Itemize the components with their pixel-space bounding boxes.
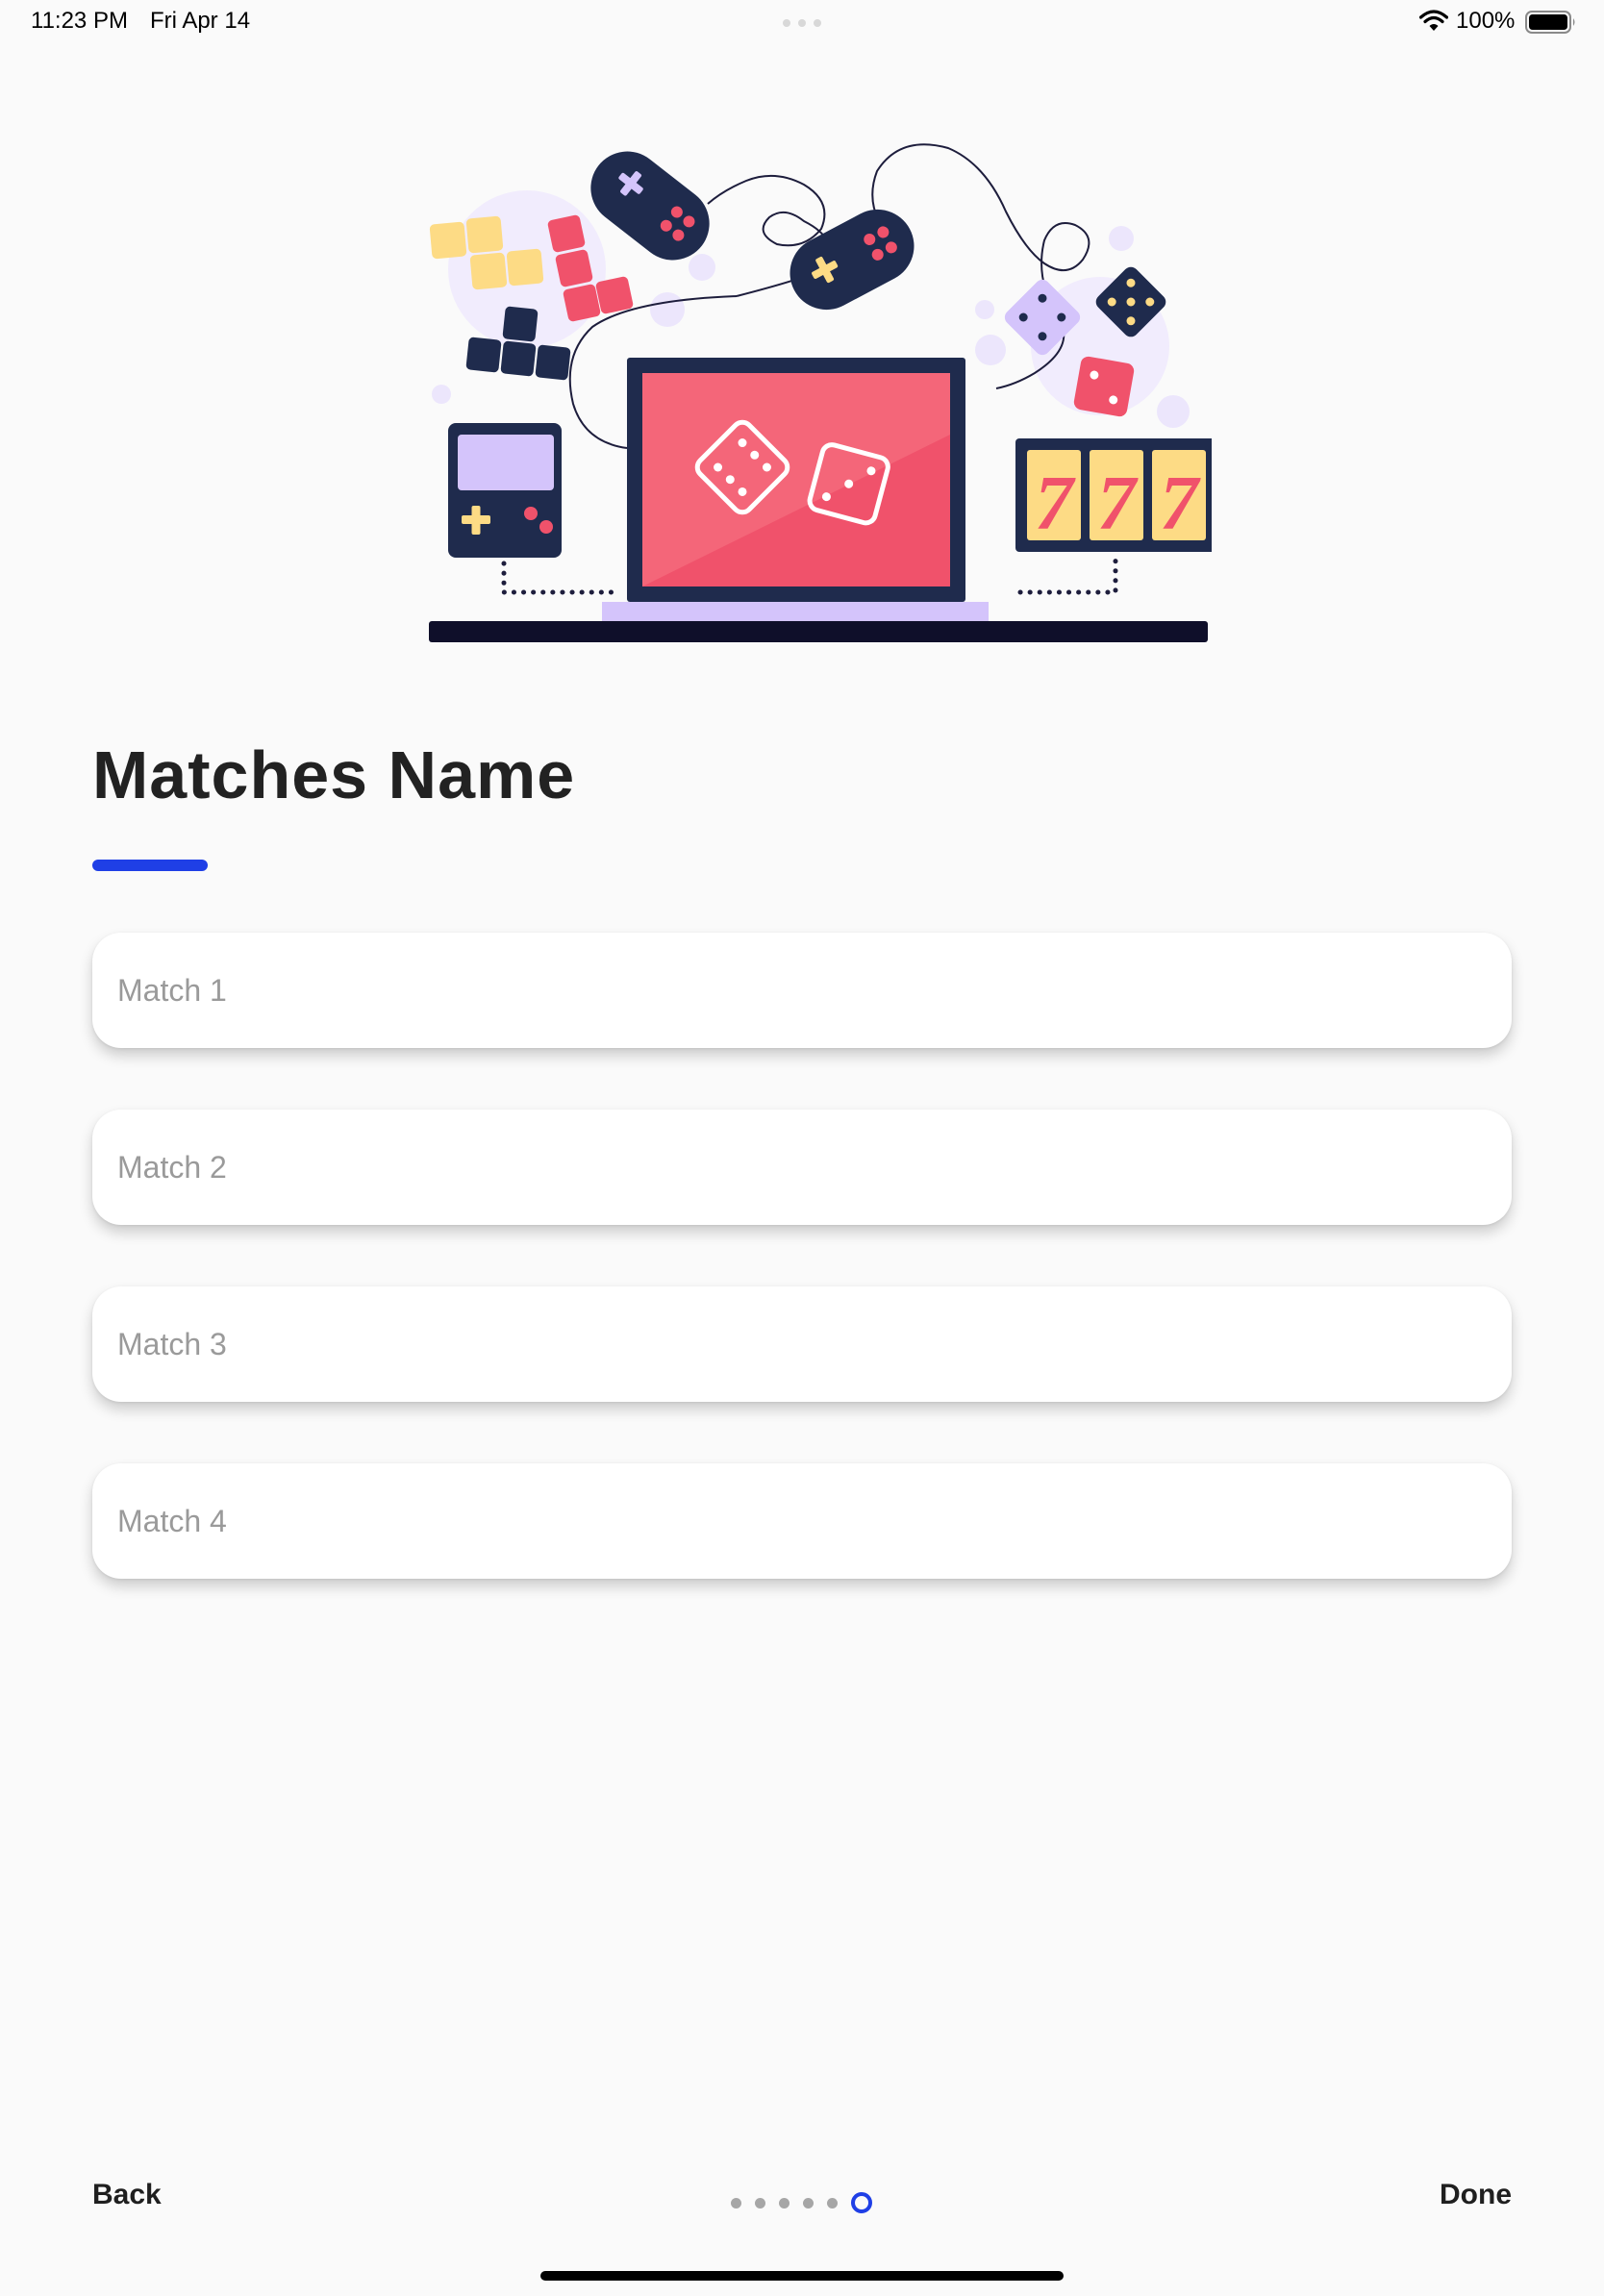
bg-bubble — [1109, 226, 1134, 251]
bg-bubble — [975, 300, 994, 319]
page-dot-2[interactable] — [755, 2197, 765, 2209]
page-dot-6-active[interactable] — [851, 2192, 872, 2213]
back-button[interactable]: Back — [92, 2179, 162, 2211]
bg-bubble — [432, 385, 451, 404]
gaming-illustration: 7 7 7 — [429, 143, 1212, 642]
battery-icon — [1525, 11, 1575, 34]
handheld-console-icon — [448, 423, 562, 558]
done-button[interactable]: Done — [1440, 2179, 1512, 2211]
match-4-input[interactable] — [92, 1463, 1512, 1579]
slot-digit: 7 — [1160, 462, 1201, 546]
slot-machine-icon: 7 7 7 — [1015, 438, 1212, 552]
desk — [429, 621, 1208, 642]
page-dot-3[interactable] — [779, 2197, 789, 2209]
battery-percentage: 100% — [1456, 8, 1516, 34]
title-underline — [92, 860, 208, 871]
page-dot-1[interactable] — [731, 2197, 741, 2209]
monitor-icon — [602, 358, 989, 621]
page-dot-4[interactable] — [803, 2197, 814, 2209]
match-3-input[interactable] — [92, 1286, 1512, 1402]
slot-digit: 7 — [1097, 462, 1139, 546]
slot-digit: 7 — [1035, 462, 1076, 546]
status-time: 11:23 PM — [31, 8, 128, 34]
bg-bubble — [650, 292, 685, 327]
home-indicator[interactable] — [540, 2271, 1064, 2281]
bg-bubble — [975, 335, 1006, 365]
status-date: Fri Apr 14 — [150, 8, 251, 34]
status-bar: 11:23 PM Fri Apr 14 100% — [0, 0, 1604, 46]
bg-bubble — [689, 254, 715, 281]
gamepad-icon — [789, 209, 915, 311]
dotted-connector — [1017, 557, 1118, 595]
multitasking-icon[interactable] — [783, 19, 821, 27]
bg-bubble — [1157, 395, 1190, 428]
page-title: Matches Name — [92, 737, 576, 812]
page-dot-5[interactable] — [827, 2197, 838, 2209]
wifi-icon — [1419, 10, 1448, 31]
page-indicator[interactable] — [731, 2192, 872, 2213]
dice-red-icon — [1073, 356, 1135, 417]
dotted-connector — [501, 561, 614, 595]
match-2-input[interactable] — [92, 1110, 1512, 1225]
match-1-input[interactable] — [92, 933, 1512, 1048]
